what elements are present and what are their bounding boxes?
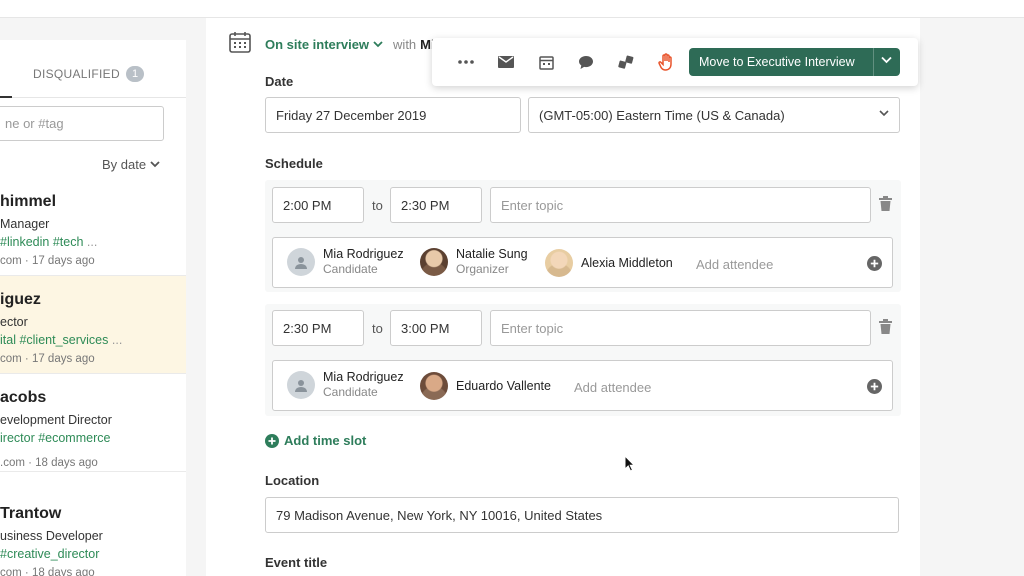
attendee-list: Mia Rodriguez Candidate Eduardo Vallente … xyxy=(272,360,893,411)
mail-icon[interactable] xyxy=(486,38,526,86)
candidate-search-input[interactable]: ne or #tag xyxy=(0,106,164,141)
attendee-name: Natalie Sung xyxy=(456,247,528,261)
attendee-role: Candidate xyxy=(323,262,378,276)
candidate-tabs: DISQUALIFIED 1 xyxy=(0,58,186,98)
sort-label: By date xyxy=(102,157,147,172)
sort-dropdown[interactable]: By date xyxy=(102,157,160,172)
add-circle-icon[interactable] xyxy=(867,256,882,271)
candidate-role: ector xyxy=(0,315,28,329)
attendee: Natalie Sung Organizer xyxy=(420,247,528,277)
candidate-tags: ital #client_services ... xyxy=(0,333,123,347)
candidate-role: Manager xyxy=(0,217,50,231)
add-circle-icon xyxy=(265,433,279,448)
move-to-stage-label: Move to Executive Interview xyxy=(699,55,855,69)
add-time-slot-button[interactable]: Add time slot xyxy=(265,433,366,448)
hand-icon[interactable] xyxy=(646,38,686,86)
date-input[interactable]: Friday 27 December 2019 xyxy=(265,97,521,133)
tab-disqualified-label: DISQUALIFIED xyxy=(33,67,120,81)
candidate-role: evelopment Director xyxy=(0,413,112,427)
topic-input[interactable]: Enter topic xyxy=(490,187,871,223)
avatar xyxy=(545,249,573,277)
with-label: with xyxy=(393,37,417,52)
candidate-meta: .com · 18 days ago xyxy=(0,457,98,469)
avatar xyxy=(420,372,448,400)
candidate-list-panel: DISQUALIFIED 1 ne or #tag By date himmel… xyxy=(0,40,186,576)
attendee-name: Eduardo Vallente xyxy=(456,378,551,393)
add-time-slot-label: Add time slot xyxy=(284,433,367,448)
candidate-name: iguez xyxy=(0,291,41,308)
calendar-icon xyxy=(229,32,251,53)
chevron-down-icon xyxy=(150,161,160,168)
attendee-name: Mia Rodriguez xyxy=(323,247,404,261)
end-time-input[interactable]: 3:00 PM xyxy=(390,310,482,346)
location-label: Location xyxy=(265,473,320,488)
tab-disqualified[interactable]: DISQUALIFIED 1 xyxy=(33,66,145,82)
candidate-tags: #creative_director xyxy=(0,547,100,561)
candidate-tags: #linkedin #tech ... xyxy=(0,235,98,249)
candidate-role: usiness Developer xyxy=(0,529,103,543)
end-time-input[interactable]: 2:30 PM xyxy=(390,187,482,223)
to-label: to xyxy=(372,198,383,213)
add-attendee-input[interactable]: Add attendee xyxy=(696,257,773,272)
event-form-card: On site interview with Mi Move to Execut… xyxy=(206,18,920,576)
comment-icon[interactable] xyxy=(566,38,606,86)
mouse-cursor-icon xyxy=(624,455,636,472)
attendee: Eduardo Vallente xyxy=(420,372,551,400)
candidate-name: acobs xyxy=(0,389,47,406)
add-circle-icon[interactable] xyxy=(867,379,882,394)
attendee: Alexia Middleton xyxy=(545,249,673,277)
candidate-meta: com · 17 days ago xyxy=(0,353,95,365)
candidate-row[interactable]: himmel Manager #linkedin #tech ... com ·… xyxy=(0,178,186,276)
active-tab-indicator xyxy=(0,96,12,98)
trash-icon[interactable] xyxy=(879,196,892,211)
calendar-icon[interactable] xyxy=(526,38,566,86)
trash-icon[interactable] xyxy=(879,319,892,334)
timezone-value: (GMT-05:00) Eastern Time (US & Canada) xyxy=(539,108,785,123)
timezone-select[interactable]: (GMT-05:00) Eastern Time (US & Canada) xyxy=(528,97,900,133)
attendee-role: Candidate xyxy=(323,385,378,399)
time-slot: 2:30 PM to 3:00 PM Enter topic Mia Rodri… xyxy=(265,304,901,416)
transfer-icon[interactable] xyxy=(606,38,646,86)
avatar xyxy=(287,248,315,276)
time-slot: 2:00 PM to 2:30 PM Enter topic Mia Rodri… xyxy=(265,180,901,292)
chevron-down-icon xyxy=(879,110,889,117)
topic-input[interactable]: Enter topic xyxy=(490,310,871,346)
schedule-label: Schedule xyxy=(265,156,323,171)
avatar xyxy=(420,248,448,276)
attendee-name: Alexia Middleton xyxy=(581,255,673,270)
candidate-meta: com · 18 days ago xyxy=(0,567,95,576)
candidate-row-selected[interactable]: iguez ector ital #client_services ... co… xyxy=(0,276,186,374)
add-attendee-input[interactable]: Add attendee xyxy=(574,380,651,395)
chevron-down-icon xyxy=(373,41,383,48)
action-toolbar: Move to Executive Interview xyxy=(432,38,918,86)
attendee-role: Organizer xyxy=(456,262,509,276)
date-label: Date xyxy=(265,74,294,89)
location-input[interactable]: 79 Madison Avenue, New York, NY 10016, U… xyxy=(265,497,899,533)
attendee-name: Mia Rodriguez xyxy=(323,370,404,384)
candidate-name: himmel xyxy=(0,193,57,210)
disqualified-count-badge: 1 xyxy=(125,66,145,82)
candidate-row[interactable]: acobs evelopment Director irector #ecomm… xyxy=(0,374,186,472)
candidate-row[interactable]: Trantow usiness Developer #creative_dire… xyxy=(0,490,186,576)
start-time-input[interactable]: 2:30 PM xyxy=(272,310,364,346)
event-type-label: On site interview xyxy=(265,37,370,52)
event-title-label: Event title xyxy=(265,555,328,570)
to-label: to xyxy=(372,321,383,336)
candidate-tags: irector #ecommerce xyxy=(0,431,111,445)
event-type-dropdown[interactable]: On site interview with Mi xyxy=(265,37,435,52)
candidate-name: Trantow xyxy=(0,505,62,522)
attendee: Mia Rodriguez Candidate xyxy=(287,247,404,277)
start-time-input[interactable]: 2:00 PM xyxy=(272,187,364,223)
top-bar xyxy=(0,0,1024,18)
avatar xyxy=(287,371,315,399)
button-divider xyxy=(873,48,874,76)
move-to-stage-button[interactable]: Move to Executive Interview xyxy=(689,48,900,76)
chevron-down-icon[interactable] xyxy=(881,56,892,64)
attendee: Mia Rodriguez Candidate xyxy=(287,370,404,400)
attendee-list: Mia Rodriguez Candidate Natalie Sung Organ… xyxy=(272,237,893,288)
more-icon[interactable] xyxy=(446,38,486,86)
candidate-meta: com · 17 days ago xyxy=(0,255,95,267)
